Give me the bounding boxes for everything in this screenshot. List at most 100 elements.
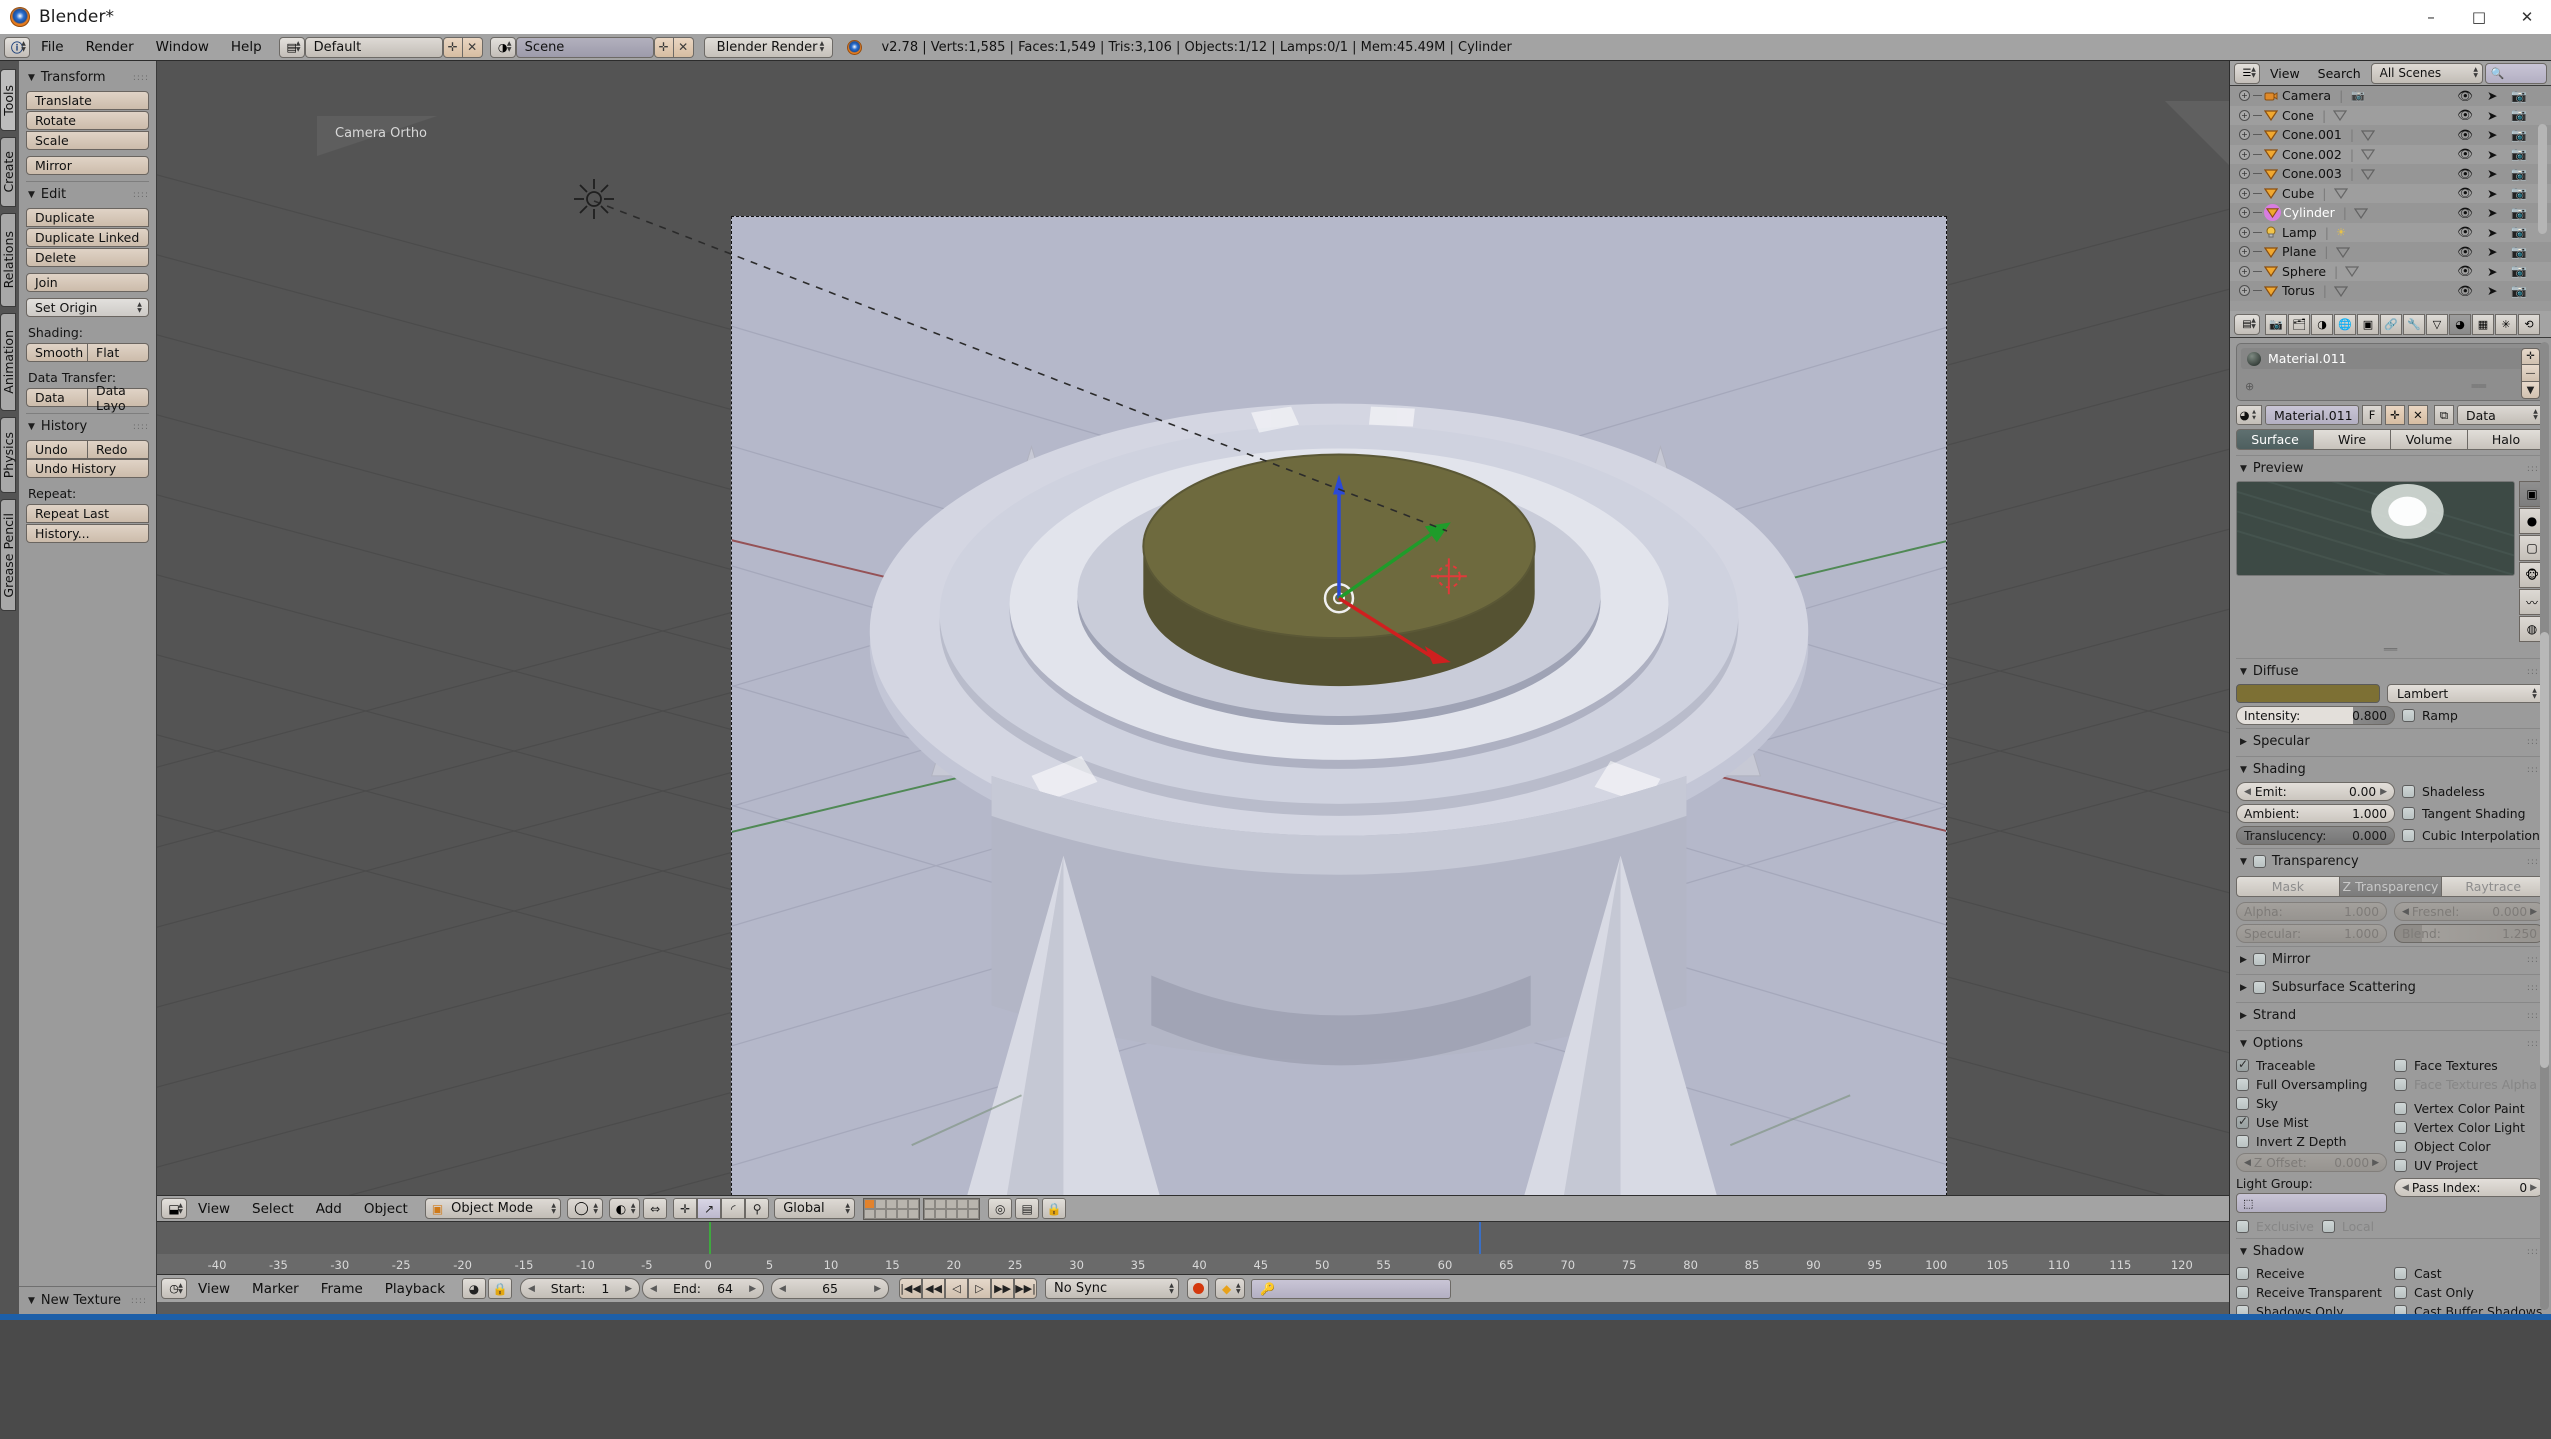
only-selected-channels-icon[interactable]: ◕ <box>462 1278 487 1299</box>
play-button[interactable]: ▷ <box>968 1278 992 1299</box>
previous-keyframe-button[interactable]: ◀◀ <box>922 1278 946 1299</box>
add-slot-plus-icon[interactable]: ⊕ <box>2245 380 2254 393</box>
undo-button[interactable]: Undo <box>26 440 88 459</box>
scene-selector[interactable]: Scene <box>515 36 654 58</box>
uv-project-checkbox[interactable] <box>2394 1159 2407 1172</box>
cast-only-checkbox[interactable] <box>2394 1286 2407 1299</box>
visibility-eye-icon[interactable]: 👁 <box>2457 127 2473 143</box>
join-button[interactable]: Join <box>26 273 149 292</box>
increment-arrow-icon[interactable]: ▶ <box>2530 907 2537 917</box>
outliner-scrollbar[interactable] <box>2538 124 2547 234</box>
material-link-selector[interactable]: Data ▲ ▼ <box>2457 405 2545 425</box>
alpha-slider[interactable]: Alpha: 1.000 <box>2236 902 2387 921</box>
frame-start-field[interactable]: ◀ Start: 1 ▶ <box>520 1278 641 1299</box>
outliner-row-cone[interactable]: + Cone | 👁 ➤ 📷 <box>2230 105 2551 125</box>
increment-arrow-icon[interactable]: ▶ <box>749 1284 756 1294</box>
shadeless-row[interactable]: Shadeless <box>2402 782 2545 801</box>
material-preview-render[interactable] <box>2236 481 2515 576</box>
selectable-cursor-icon[interactable]: ➤ <box>2487 147 2497 162</box>
visibility-eye-icon[interactable]: 👁 <box>2457 205 2473 221</box>
new-texture-header[interactable]: ▼ New Texture :::: <box>28 1293 147 1308</box>
delete-button[interactable]: Delete <box>26 248 149 267</box>
blend-slider[interactable]: Blend: 1.250 <box>2394 924 2545 943</box>
vertex-color-paint-checkbox[interactable] <box>2394 1102 2407 1115</box>
auto-keyframe-record-button[interactable] <box>1187 1278 1210 1299</box>
render-engine-selector[interactable]: Blender Render ▲ ▼ <box>703 36 834 58</box>
rotate-button[interactable]: Rotate <box>26 111 149 130</box>
receive-transparent-checkbox[interactable] <box>2236 1286 2249 1299</box>
material-specials-menu-button[interactable]: ▼ <box>2521 382 2540 399</box>
add-material-slot-button[interactable]: ✛ <box>2521 348 2540 365</box>
tool-tab-create[interactable]: Create <box>0 137 16 207</box>
tab-scene[interactable]: ◑ <box>2311 313 2333 335</box>
layer-cell[interactable] <box>946 1198 958 1209</box>
menu-help[interactable]: Help <box>220 37 273 58</box>
renderable-camera-icon[interactable]: 📷 <box>2511 88 2527 104</box>
sync-mode-selector[interactable]: No Sync ▲ ▼ <box>1045 1278 1180 1299</box>
keying-set-field[interactable]: 🔑 <box>1251 1278 1452 1299</box>
vertex-color-paint-row[interactable]: Vertex Color Paint <box>2394 1099 2545 1118</box>
transform-orientation-selector[interactable]: Global ▲ ▼ <box>774 1198 856 1219</box>
renderable-camera-icon[interactable]: 📷 <box>2511 166 2527 182</box>
object-color-checkbox[interactable] <box>2394 1140 2407 1153</box>
expand-icon[interactable]: + <box>2239 207 2250 219</box>
browse-material-icon[interactable]: ◕ ▲ ▼ <box>2236 405 2262 425</box>
jump-to-end-button[interactable]: ▶▶| <box>1014 1278 1038 1299</box>
scene-browse-icon[interactable]: ◑ ▲ ▼ <box>489 36 516 58</box>
material-type-surface[interactable]: Surface <box>2236 429 2314 450</box>
timeline-current-frame-indicator[interactable] <box>1479 1222 1481 1254</box>
editor-type-3dview-icon[interactable]: ⬓ ▲ ▼ <box>161 1198 187 1219</box>
expand-icon[interactable]: + <box>2239 246 2250 258</box>
shade-flat-button[interactable]: Flat <box>88 343 149 362</box>
layer-cell[interactable] <box>935 1198 947 1209</box>
z-offset-field[interactable]: ◀ Z Offset: 0.000 ▶ <box>2236 1153 2387 1172</box>
renderable-camera-icon[interactable]: 📷 <box>2511 146 2527 162</box>
undo-history-button[interactable]: Undo History <box>26 459 149 478</box>
pass-index-field[interactable]: ◀ Pass Index: 0 ▶ <box>2394 1178 2545 1197</box>
renderable-camera-icon[interactable]: 📷 <box>2511 244 2527 260</box>
emit-field[interactable]: ◀ Emit: 0.00 ▶ <box>2236 782 2395 801</box>
specular-section-header[interactable]: ▶ Specular :::: <box>2236 728 2545 754</box>
diffuse-section-header[interactable]: ▼ Diffuse :::: <box>2236 658 2545 684</box>
renderable-camera-icon[interactable]: 📷 <box>2511 263 2527 279</box>
cast-row[interactable]: Cast <box>2394 1264 2545 1283</box>
new-texture-panel[interactable]: ▼ New Texture :::: <box>19 1286 156 1314</box>
cast-buffer-shadows-row[interactable]: Cast Buffer Shadows <box>2394 1302 2545 1314</box>
translate-manipulator-icon[interactable]: ↗ <box>697 1198 722 1219</box>
add-scene-button[interactable]: ✛ <box>653 36 674 58</box>
layer-cell[interactable] <box>968 1208 980 1219</box>
cubic-interpolation-checkbox[interactable] <box>2402 829 2415 842</box>
outliner-row-cylinder[interactable]: + Cylinder | 👁 ➤ 📷 <box>2230 203 2551 223</box>
data-layout-transfer-button[interactable]: Data Layo <box>88 383 149 413</box>
full-oversampling-row[interactable]: Full Oversampling <box>2236 1075 2387 1094</box>
tab-world[interactable]: 🌐 <box>2334 313 2356 335</box>
editor-type-timeline-icon[interactable]: ◷ ▲ ▼ <box>161 1278 187 1299</box>
editor-type-outliner-icon[interactable]: ☰ ▲ ▼ <box>2234 62 2260 84</box>
outliner-display-mode-selector[interactable]: All Scenes ▲ ▼ <box>2370 62 2483 84</box>
layer-cell[interactable] <box>897 1208 909 1219</box>
history-panel-header[interactable]: ▼ History :::: <box>26 416 149 440</box>
timeline-menu-playback[interactable]: Playback <box>374 1278 456 1299</box>
screen-layout-selector[interactable]: Default <box>304 36 443 58</box>
selectable-cursor-icon[interactable]: ➤ <box>2487 205 2497 220</box>
outliner-row-cone-001[interactable]: + Cone.001 | 👁 ➤ 📷 <box>2230 125 2551 145</box>
keying-set-selector[interactable]: ◆ ▲ ▼ <box>1215 1278 1246 1299</box>
layer-cell[interactable] <box>924 1198 936 1209</box>
viewport-menu-object[interactable]: Object <box>353 1198 419 1219</box>
renderable-camera-icon[interactable]: 📷 <box>2511 205 2527 221</box>
invert-z-depth-row[interactable]: Invert Z Depth <box>2236 1132 2387 1151</box>
editor-type-info-icon[interactable]: ⓘ ▲ ▼ <box>4 36 30 58</box>
outliner-row-torus[interactable]: + Torus | 👁 ➤ 📷 <box>2230 281 2551 301</box>
layer-cell[interactable] <box>886 1198 898 1209</box>
menu-file[interactable]: File <box>30 37 75 58</box>
tab-texture[interactable]: ▦ <box>2472 313 2494 335</box>
interaction-mode-selector[interactable]: ▣ Object Mode ▲ ▼ <box>424 1198 562 1219</box>
face-textures-checkbox[interactable] <box>2394 1059 2407 1072</box>
frame-end-field[interactable]: ◀ End: 64 ▶ <box>642 1278 765 1299</box>
pivot-point-selector[interactable]: ◐ ▲ ▼ <box>608 1198 641 1219</box>
new-material-button[interactable]: ✛ <box>2385 405 2405 425</box>
scene-layers-widget[interactable] <box>863 1197 981 1220</box>
duplicate-button[interactable]: Duplicate <box>26 208 149 227</box>
material-type-volume[interactable]: Volume <box>2391 429 2468 450</box>
lock-time-icon[interactable]: 🔒 <box>488 1278 513 1299</box>
